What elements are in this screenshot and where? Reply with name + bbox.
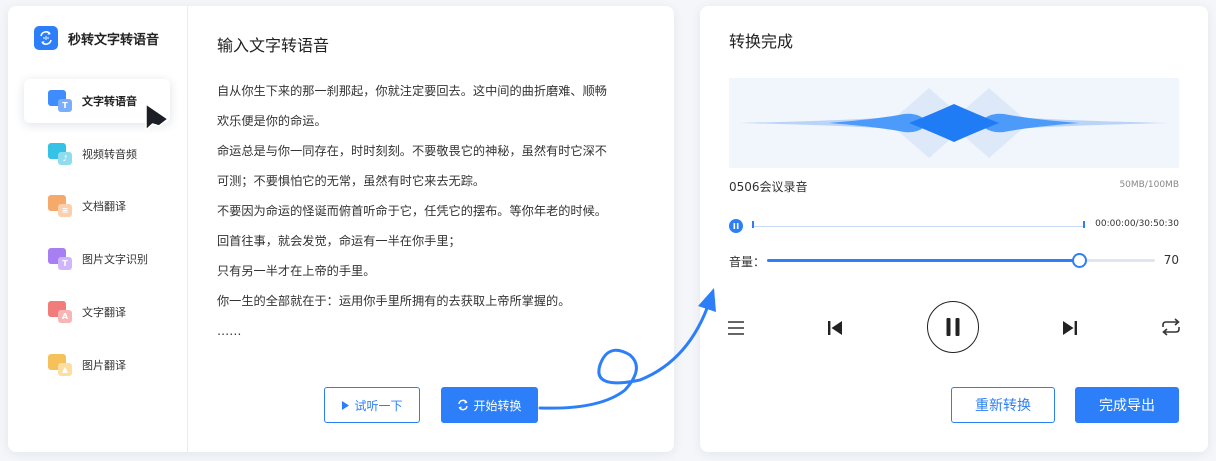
- progress-pause-button[interactable]: [729, 219, 743, 233]
- volume-value: 70: [1163, 253, 1179, 267]
- sidebar-item-label: 文字翻译: [82, 306, 126, 319]
- progress-end-marker: [1083, 221, 1085, 228]
- sidebar-item-image-translate[interactable]: ▲ 图片翻译: [24, 343, 170, 387]
- menu-icon: [728, 321, 744, 335]
- editor-title: 输入文字转语音: [217, 36, 330, 55]
- text-line: 可测；不要惧怕它的无常，虽然有时它来去无踪。: [217, 174, 486, 188]
- flow-arrow-icon: [538, 288, 716, 410]
- skip-previous-icon: [828, 321, 842, 335]
- file-size: 50MB/100MB: [1119, 180, 1179, 190]
- text-line: 命运总是与你一同存在，时时刻刻。不要敬畏它的神秘，虽然有时它深不: [217, 144, 607, 158]
- result-panel: 转换完成 0506会议录音 50MB/100MB 00:00:00/30:50:…: [700, 6, 1208, 452]
- convert-icon: [457, 399, 469, 411]
- sidebar: 秒转文字转语音 T 文字转语音 ♪ 视频转音频 ≡ 文档翻译 T 图片文字识别 …: [8, 6, 188, 452]
- app-name: 秒转文字转语音: [68, 32, 160, 48]
- volume-knob[interactable]: [1072, 253, 1087, 268]
- sidebar-item-video-to-audio[interactable]: ♪ 视频转音频: [24, 132, 170, 176]
- volume-slider[interactable]: [767, 253, 1155, 268]
- text-line: 欢乐便是你的命运。: [217, 114, 327, 128]
- sidebar-item-document-translate[interactable]: ≡ 文档翻译: [24, 184, 170, 228]
- text-line: 回首往事，就会发觉，命运有一半在你手里；: [217, 234, 461, 248]
- next-track-button[interactable]: [1059, 317, 1081, 339]
- preview-button[interactable]: 试听一下: [324, 387, 420, 423]
- image-ocr-icon: T: [48, 248, 72, 270]
- repeat-icon: [1162, 318, 1180, 336]
- start-convert-button[interactable]: 开始转换: [441, 387, 538, 423]
- volume-fill: [767, 259, 1079, 262]
- previous-track-button[interactable]: [824, 317, 846, 339]
- sidebar-item-label: 视频转音频: [82, 148, 137, 161]
- brand: 秒转文字转语音: [34, 26, 159, 50]
- reconvert-button-label: 重新转换: [975, 398, 1031, 414]
- play-pause-button[interactable]: [927, 301, 979, 353]
- audio-waveform: [729, 78, 1179, 168]
- play-icon: [341, 400, 350, 411]
- text-to-speech-icon: T: [48, 90, 72, 112]
- result-title: 转换完成: [729, 32, 794, 51]
- volume-label: 音量：: [729, 255, 766, 269]
- video-to-audio-icon: ♪: [48, 143, 72, 165]
- reconvert-button[interactable]: 重新转换: [951, 387, 1055, 423]
- sidebar-item-image-ocr[interactable]: T 图片文字识别: [24, 237, 170, 281]
- text-line: 不要因为命运的怪诞而俯首听命于它，任凭它的摆布。等你年老的时候。: [217, 204, 607, 218]
- export-button[interactable]: 完成导出: [1075, 387, 1179, 423]
- file-name: 0506会议录音: [729, 180, 808, 194]
- skip-next-icon: [1063, 321, 1077, 335]
- sidebar-item-label: 图片文字识别: [82, 253, 148, 266]
- text-translate-icon: A: [48, 301, 72, 323]
- repeat-button[interactable]: [1159, 316, 1183, 338]
- sidebar-item-label: 文档翻译: [82, 200, 126, 213]
- progress-start-marker: [752, 221, 754, 228]
- mouse-cursor-icon: [145, 103, 169, 131]
- sidebar-item-label: 文字转语音: [82, 95, 137, 108]
- image-translate-icon: ▲: [48, 354, 72, 376]
- pause-icon: [946, 318, 960, 336]
- waveform-graphic: [739, 88, 1169, 158]
- text-line: 自从你生下来的那一刹那起，你就注定要回去。这中间的曲折磨难、顺畅: [217, 84, 607, 98]
- preview-button-label: 试听一下: [354, 398, 403, 413]
- document-translate-icon: ≡: [48, 195, 72, 217]
- playback-time: 00:00:00/30:50:30: [1095, 219, 1179, 229]
- pause-small-icon: [733, 223, 739, 229]
- sidebar-item-label: 图片翻译: [82, 359, 126, 372]
- export-button-label: 完成导出: [1099, 398, 1155, 414]
- progress-bar[interactable]: [753, 226, 1084, 227]
- sidebar-item-text-translate[interactable]: A 文字翻译: [24, 290, 170, 334]
- app-logo-icon: [34, 26, 58, 50]
- start-convert-button-label: 开始转换: [473, 398, 522, 413]
